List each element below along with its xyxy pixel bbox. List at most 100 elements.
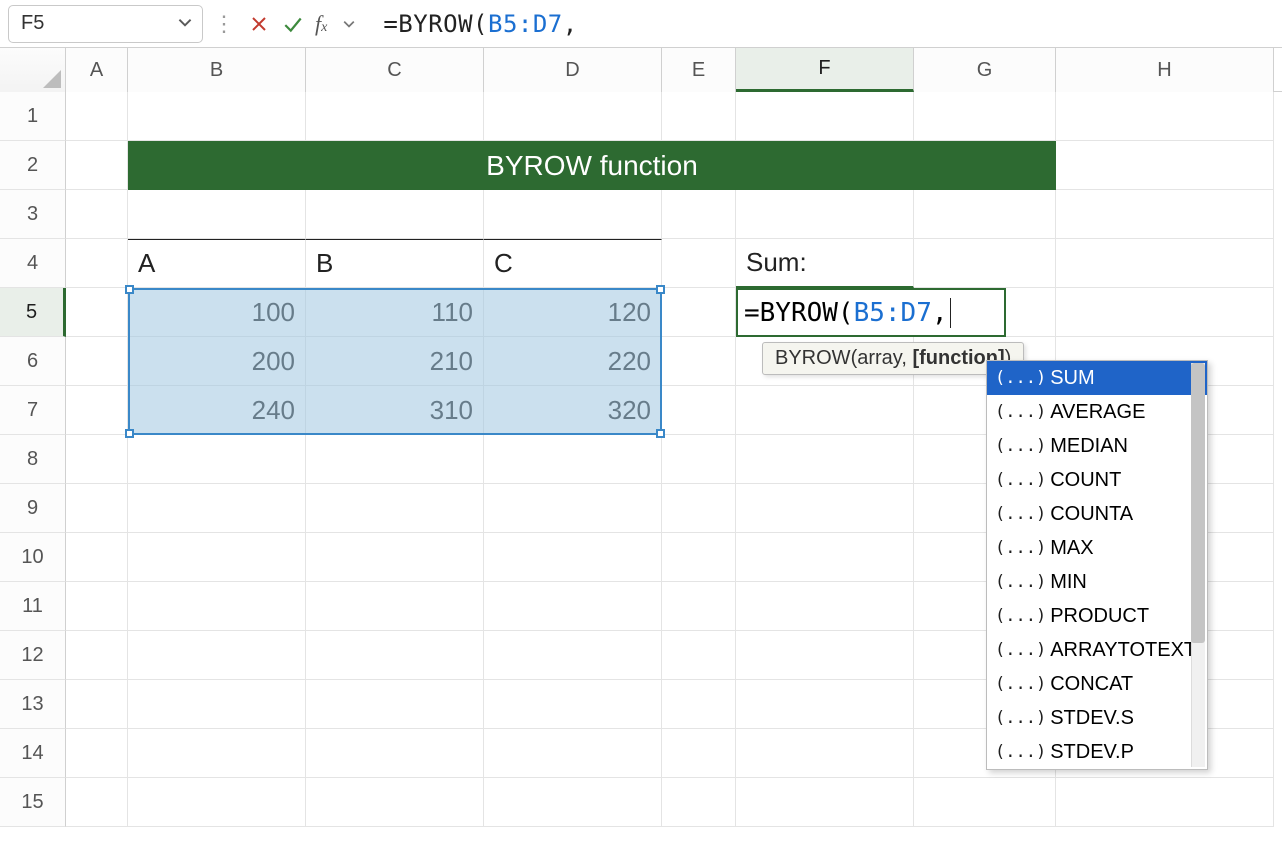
cell[interactable] <box>66 337 128 386</box>
cell[interactable] <box>662 190 736 239</box>
cell[interactable] <box>128 484 306 533</box>
autocomplete-item[interactable]: (...)SUM <box>987 361 1207 395</box>
cell[interactable] <box>66 631 128 680</box>
cell[interactable] <box>128 92 306 141</box>
cell[interactable] <box>662 435 736 484</box>
cell[interactable]: 240 <box>128 386 306 435</box>
cell[interactable] <box>66 141 128 190</box>
row-header-2[interactable]: 2 <box>0 141 66 190</box>
cell[interactable] <box>484 92 662 141</box>
cell[interactable]: 110 <box>306 288 484 337</box>
cell[interactable]: 210 <box>306 337 484 386</box>
cell[interactable] <box>736 386 914 435</box>
row-header-11[interactable]: 11 <box>0 582 66 631</box>
cell[interactable] <box>66 92 128 141</box>
cell[interactable] <box>66 190 128 239</box>
cell[interactable] <box>1056 778 1274 827</box>
cell[interactable] <box>662 386 736 435</box>
row-header-10[interactable]: 10 <box>0 533 66 582</box>
cell[interactable] <box>736 92 914 141</box>
cell[interactable] <box>66 484 128 533</box>
col-header-G[interactable]: G <box>914 48 1056 92</box>
row-header-9[interactable]: 9 <box>0 484 66 533</box>
cell[interactable] <box>1056 92 1274 141</box>
autocomplete-item[interactable]: (...)AVERAGE <box>987 395 1207 429</box>
cell[interactable] <box>66 582 128 631</box>
cell[interactable] <box>128 680 306 729</box>
cell[interactable] <box>66 288 128 337</box>
cell[interactable] <box>914 778 1056 827</box>
cell[interactable] <box>736 435 914 484</box>
col-header-F[interactable]: F <box>736 48 914 92</box>
autocomplete-item[interactable]: (...)CONCAT <box>987 667 1207 701</box>
cell[interactable] <box>128 631 306 680</box>
autocomplete-item[interactable]: (...)PRODUCT <box>987 599 1207 633</box>
cell[interactable] <box>662 631 736 680</box>
cell[interactable] <box>484 778 662 827</box>
cell[interactable] <box>662 92 736 141</box>
cell[interactable] <box>484 582 662 631</box>
formula-input[interactable]: =BYROW(B5:D7, <box>369 5 1274 43</box>
col-header-B[interactable]: B <box>128 48 306 92</box>
cell[interactable] <box>662 778 736 827</box>
worksheet[interactable]: A B C D E F G H 1 2 BYROW function <box>0 48 1282 827</box>
autocomplete-item[interactable]: (...)STDEV.P <box>987 735 1207 769</box>
cell[interactable]: B <box>306 239 484 288</box>
cell[interactable] <box>128 582 306 631</box>
cell[interactable] <box>484 484 662 533</box>
cell[interactable] <box>66 435 128 484</box>
cell[interactable] <box>736 190 914 239</box>
cell-editor[interactable]: =BYROW(B5:D7, <box>736 288 1006 337</box>
cell[interactable] <box>736 582 914 631</box>
cell[interactable] <box>1056 239 1274 288</box>
cell[interactable] <box>736 533 914 582</box>
cell[interactable] <box>484 680 662 729</box>
cell[interactable] <box>662 533 736 582</box>
cell[interactable]: C <box>484 239 662 288</box>
cell[interactable] <box>66 386 128 435</box>
row-header-15[interactable]: 15 <box>0 778 66 827</box>
cell[interactable] <box>736 729 914 778</box>
cell[interactable] <box>306 92 484 141</box>
cell[interactable] <box>914 92 1056 141</box>
cell[interactable]: 320 <box>484 386 662 435</box>
row-header-14[interactable]: 14 <box>0 729 66 778</box>
row-header-5[interactable]: 5 <box>0 288 66 337</box>
col-header-E[interactable]: E <box>662 48 736 92</box>
fx-icon[interactable]: fx <box>313 11 329 37</box>
cell[interactable] <box>306 631 484 680</box>
row-header-3[interactable]: 3 <box>0 190 66 239</box>
autocomplete-item[interactable]: (...)COUNT <box>987 463 1207 497</box>
cell[interactable] <box>306 582 484 631</box>
row-header-4[interactable]: 4 <box>0 239 66 288</box>
cell[interactable] <box>662 484 736 533</box>
col-header-D[interactable]: D <box>484 48 662 92</box>
cell[interactable] <box>306 680 484 729</box>
cell[interactable] <box>306 190 484 239</box>
banner-title[interactable]: BYROW function <box>128 141 1056 190</box>
sum-label[interactable]: Sum: <box>736 239 914 288</box>
cell[interactable] <box>306 484 484 533</box>
row-header-7[interactable]: 7 <box>0 386 66 435</box>
enter-button[interactable] <box>279 10 307 38</box>
autocomplete-item[interactable]: (...)STDEV.S <box>987 701 1207 735</box>
col-header-A[interactable]: A <box>66 48 128 92</box>
cell[interactable] <box>662 337 736 386</box>
cell[interactable] <box>66 533 128 582</box>
cell[interactable] <box>484 190 662 239</box>
cell[interactable]: 100 <box>128 288 306 337</box>
cell[interactable]: 200 <box>128 337 306 386</box>
name-box[interactable]: F5 <box>8 5 203 43</box>
cell[interactable] <box>914 239 1056 288</box>
cell[interactable] <box>66 239 128 288</box>
cell[interactable] <box>662 680 736 729</box>
cell[interactable] <box>306 729 484 778</box>
cell[interactable] <box>484 533 662 582</box>
cell[interactable] <box>66 680 128 729</box>
cell[interactable] <box>128 190 306 239</box>
cell[interactable] <box>306 778 484 827</box>
cell[interactable] <box>66 729 128 778</box>
cell[interactable] <box>662 288 736 337</box>
formula-tooltip[interactable]: BYROW(array, [function]) <box>762 342 1024 375</box>
cancel-button[interactable] <box>245 10 273 38</box>
